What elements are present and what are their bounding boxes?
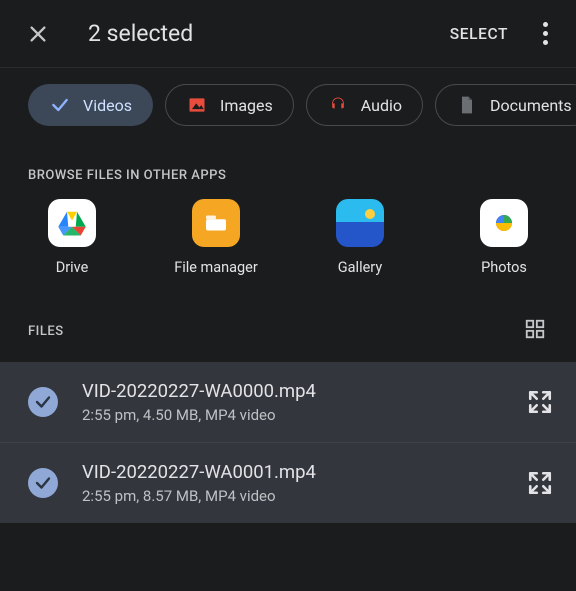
chip-label: Images	[220, 96, 273, 115]
browse-apps-label: BROWSE FILES IN OTHER APPS	[0, 144, 576, 195]
dot-icon	[543, 31, 548, 36]
file-name: VID-20220227-WA0000.mp4	[82, 380, 500, 402]
file-text: VID-20220227-WA0001.mp4 2:55 pm, 8.57 MB…	[82, 461, 500, 505]
selection-check[interactable]	[28, 387, 58, 417]
app-photos[interactable]: Photos	[432, 199, 576, 276]
file-row[interactable]: VID-20220227-WA0001.mp4 2:55 pm, 8.57 MB…	[0, 443, 576, 523]
dot-icon	[543, 40, 548, 45]
app-file-manager[interactable]: File manager	[144, 199, 288, 276]
select-button[interactable]: SELECT	[450, 25, 508, 43]
header: 2 selected SELECT	[0, 0, 576, 68]
file-text: VID-20220227-WA0000.mp4 2:55 pm, 4.50 MB…	[82, 380, 500, 424]
check-icon	[49, 94, 71, 116]
close-icon	[27, 23, 49, 45]
folder-icon	[192, 199, 240, 247]
expand-button[interactable]	[524, 386, 556, 418]
chip-label: Audio	[361, 96, 402, 115]
document-icon	[456, 94, 478, 116]
app-label: Drive	[56, 259, 89, 276]
chip-audio[interactable]: Audio	[306, 84, 423, 126]
app-label: Photos	[481, 259, 527, 276]
image-icon	[186, 94, 208, 116]
file-meta: 2:55 pm, 8.57 MB, MP4 video	[82, 487, 500, 505]
page-title: 2 selected	[88, 20, 450, 47]
chip-documents[interactable]: Documents	[435, 84, 576, 126]
filter-chips: Videos Images Audio Documents	[0, 68, 576, 144]
fullscreen-icon	[527, 470, 553, 496]
app-label: Gallery	[338, 259, 382, 276]
file-name: VID-20220227-WA0001.mp4	[82, 461, 500, 483]
chip-label: Videos	[83, 96, 132, 115]
overflow-menu-button[interactable]	[532, 21, 558, 47]
app-gallery[interactable]: Gallery	[288, 199, 432, 276]
grid-icon	[524, 318, 546, 340]
dot-icon	[543, 22, 548, 27]
chip-images[interactable]: Images	[165, 84, 294, 126]
close-button[interactable]	[24, 20, 52, 48]
chip-label: Documents	[490, 96, 572, 115]
check-icon	[34, 393, 52, 411]
files-label: FILES	[28, 324, 64, 339]
app-drive[interactable]: Drive	[0, 199, 144, 276]
drive-icon	[48, 199, 96, 247]
check-icon	[34, 474, 52, 492]
expand-button[interactable]	[524, 467, 556, 499]
photos-icon	[480, 199, 528, 247]
selection-check[interactable]	[28, 468, 58, 498]
audio-icon	[327, 94, 349, 116]
grid-view-button[interactable]	[524, 318, 546, 344]
app-label: File manager	[174, 259, 258, 276]
apps-row: Drive File manager Gallery Photos	[0, 195, 576, 290]
fullscreen-icon	[527, 389, 553, 415]
file-meta: 2:55 pm, 4.50 MB, MP4 video	[82, 406, 500, 424]
gallery-icon	[336, 199, 384, 247]
file-list: VID-20220227-WA0000.mp4 2:55 pm, 4.50 MB…	[0, 362, 576, 523]
files-header: FILES	[0, 290, 576, 362]
chip-videos[interactable]: Videos	[28, 84, 153, 126]
file-row[interactable]: VID-20220227-WA0000.mp4 2:55 pm, 4.50 MB…	[0, 362, 576, 443]
